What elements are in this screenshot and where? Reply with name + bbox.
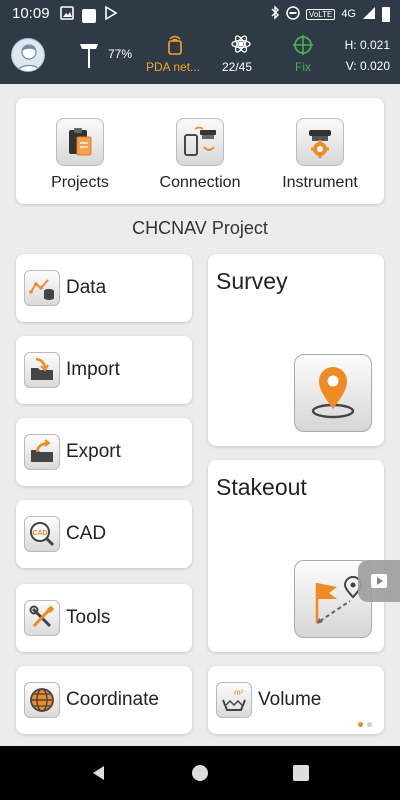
image-notification-icon (60, 6, 74, 25)
volume-icon: m³ (216, 682, 252, 718)
data-icon (24, 270, 60, 306)
system-icons: VoLTE 4G (270, 5, 390, 23)
connection-button[interactable]: Connection (140, 118, 260, 192)
coordinate-button[interactable]: Coordinate (16, 666, 192, 734)
h-precision: H: 0.021 (344, 38, 390, 52)
tools-label: Tools (66, 607, 111, 628)
projects-clipboard-icon (56, 118, 104, 166)
square-notification-icon (82, 8, 96, 23)
satellite-icon[interactable] (230, 33, 252, 58)
page-dot-active (358, 722, 363, 727)
connection-icon (176, 118, 224, 166)
import-label: Import (66, 359, 120, 380)
pda-network-icon[interactable] (165, 33, 185, 58)
survey-button[interactable]: Survey (208, 254, 384, 446)
page-indicator (358, 722, 372, 727)
status-time: 10:09 (12, 5, 50, 22)
user-avatar[interactable] (11, 38, 45, 72)
battery-icon (382, 6, 390, 22)
pda-network-label: PDA net... (146, 60, 201, 74)
network-type: 4G (341, 8, 356, 20)
v-precision: V: 0.020 (345, 59, 390, 73)
page-dot (367, 722, 372, 727)
survey-label: Survey (216, 268, 288, 294)
data-button[interactable]: Data (16, 254, 192, 322)
play-icon (371, 574, 387, 588)
status-bar: 10:09 VoLTE 4G (0, 0, 400, 28)
bluetooth-icon (270, 5, 280, 23)
notification-icons (60, 5, 118, 25)
export-button[interactable]: Export (16, 418, 192, 486)
instrument-gear-icon (296, 118, 344, 166)
volte-icon: VoLTE (305, 8, 336, 20)
export-folder-icon (24, 434, 60, 470)
navigation-bar (0, 746, 400, 800)
dnd-icon (286, 5, 300, 23)
data-label: Data (66, 277, 107, 298)
import-folder-icon (24, 352, 60, 388)
play-store-notification-icon (104, 5, 118, 25)
tools-icon (24, 600, 60, 636)
connection-label: Connection (159, 174, 241, 191)
fix-crosshair-icon[interactable] (292, 34, 314, 59)
export-label: Export (66, 441, 121, 462)
rover-antenna-icon[interactable] (76, 38, 102, 73)
back-icon[interactable] (90, 764, 108, 787)
cad-icon: CAD (24, 516, 60, 552)
volume-label: Volume (258, 689, 322, 710)
home-icon[interactable] (191, 764, 209, 787)
coordinate-label: Coordinate (66, 689, 159, 710)
recents-icon[interactable] (292, 764, 310, 787)
satellite-count: 22/45 (222, 60, 253, 74)
top-menu-card: Projects Connection Instrument (16, 98, 384, 204)
floating-video-button[interactable] (358, 560, 400, 602)
volume-unit-text: m³ (234, 688, 244, 697)
import-button[interactable]: Import (16, 336, 192, 404)
app-header: 77% PDA net... 22/45 Fix H: 0.021 V: 0.0… (0, 28, 400, 84)
battery-percent: 77% (108, 47, 133, 61)
tools-button[interactable]: Tools (16, 584, 192, 652)
project-name: CHCNAV Project (132, 218, 268, 238)
signal-icon (362, 6, 376, 23)
svg-text:CAD: CAD (32, 530, 47, 537)
instrument-button[interactable]: Instrument (260, 118, 380, 192)
stakeout-label: Stakeout (216, 474, 307, 500)
projects-label: Projects (51, 174, 109, 191)
instrument-label: Instrument (282, 174, 358, 191)
fix-status: Fix (295, 60, 311, 74)
stakeout-button[interactable]: Stakeout (208, 460, 384, 652)
projects-button[interactable]: Projects (20, 118, 140, 192)
coordinate-globe-icon (24, 682, 60, 718)
cad-button[interactable]: CAD CAD (16, 500, 192, 568)
survey-pin-icon (294, 354, 372, 432)
cad-label: CAD (66, 523, 107, 544)
